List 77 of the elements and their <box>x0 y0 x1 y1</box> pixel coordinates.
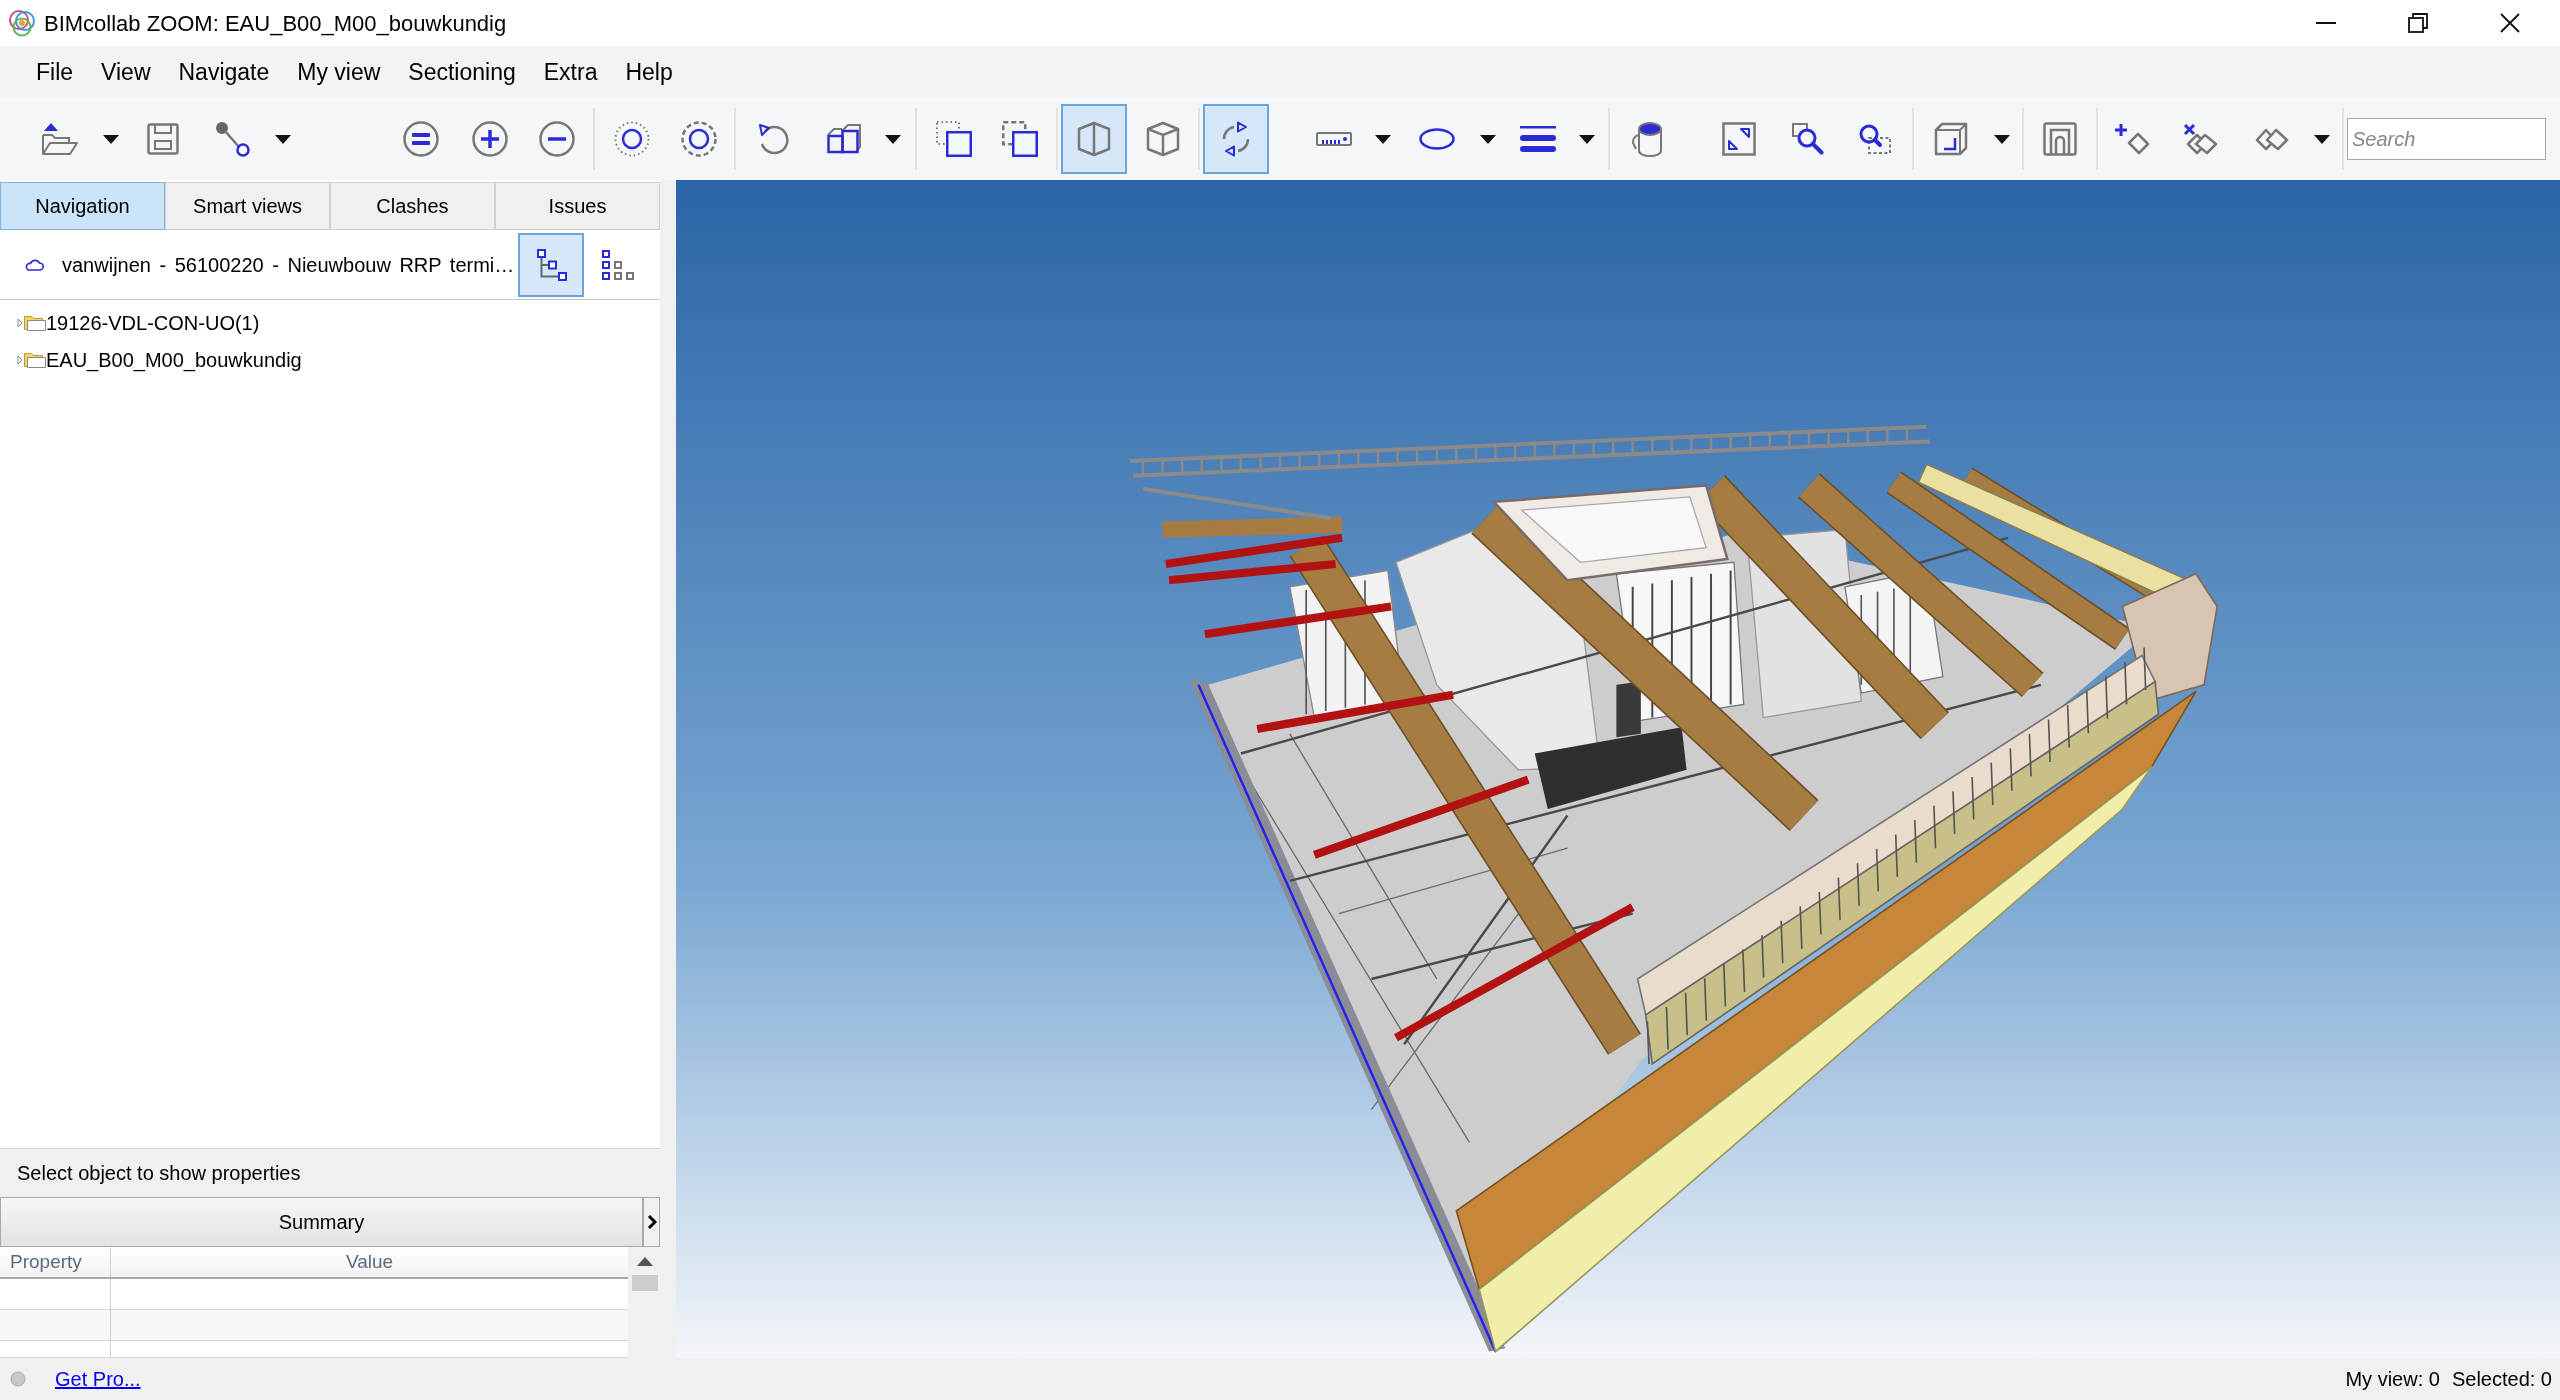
scrollbar-thumb[interactable] <box>632 1275 658 1291</box>
lines-icon <box>1520 126 1556 152</box>
tab[interactable]: Navigation <box>0 182 165 230</box>
folder-icon <box>24 314 46 331</box>
folder-icon <box>24 351 46 368</box>
grid-icon <box>602 249 636 280</box>
folder-icon <box>42 123 78 155</box>
tree-item[interactable]: 19126-VDL-CON-UO(1) <box>46 307 260 338</box>
get-pro-link[interactable]: Get Pro... <box>55 1364 141 1394</box>
dotted-circle-icon <box>614 121 650 157</box>
menu-item[interactable]: My view <box>297 54 381 90</box>
menu-item[interactable]: View <box>101 54 151 90</box>
caret-icon[interactable] <box>103 134 119 144</box>
app-logo-icon <box>8 9 36 37</box>
dotted-square-icon <box>936 121 972 157</box>
tree-icon <box>535 248 567 281</box>
expand-arrow-icon[interactable] <box>17 354 23 365</box>
expand-icon <box>1722 122 1756 156</box>
tag-remove-icon <box>2183 123 2219 155</box>
status-dot-icon <box>10 1371 26 1387</box>
cloud-icon <box>24 258 44 271</box>
cube-corner-icon <box>1934 122 1968 156</box>
menu-item[interactable]: Navigate <box>178 54 270 90</box>
column-header[interactable]: Value <box>111 1247 628 1277</box>
half-cube-icon <box>1077 121 1111 157</box>
menu-item[interactable]: Sectioning <box>408 54 516 90</box>
next-button[interactable] <box>643 1197 660 1247</box>
search-field[interactable]: Search <box>2347 118 2546 160</box>
ellipse-icon <box>1419 128 1455 150</box>
3d-viewport[interactable] <box>676 180 2560 1358</box>
selected-count: Selected: 0 <box>2451 1367 2552 1392</box>
scroll-up-icon[interactable] <box>637 1257 653 1266</box>
my-view-count: My view: 0 <box>2345 1367 2440 1392</box>
toolbar-button[interactable] <box>1061 104 1127 174</box>
magnifier-box-icon <box>1859 124 1891 154</box>
dashed-circle-icon <box>681 121 717 157</box>
caret-icon[interactable] <box>885 134 901 144</box>
column-header[interactable]: Property <box>0 1247 111 1277</box>
cube-icon <box>1146 121 1180 157</box>
tree-item[interactable]: EAU_B00_M00_bouwkundig <box>46 344 302 375</box>
toolbar-button[interactable] <box>1203 104 1269 174</box>
minimize-icon <box>2316 22 2336 24</box>
arch-frame-icon <box>2043 122 2077 156</box>
save-icon <box>147 123 179 155</box>
caret-icon[interactable] <box>1994 134 2010 144</box>
tab[interactable]: Clashes <box>330 182 495 230</box>
node-link-icon <box>215 121 251 157</box>
summary-tab[interactable]: Summary <box>0 1197 643 1247</box>
tab[interactable]: Issues <box>495 182 660 230</box>
caret-icon[interactable] <box>275 134 291 144</box>
menu-item[interactable]: Extra <box>543 54 598 90</box>
circular-arrow-icon <box>757 121 791 157</box>
magnifier-icon <box>1792 123 1824 155</box>
tab[interactable]: Smart views <box>165 182 330 230</box>
window-title: BIMcollab ZOOM: EAU_B00_M00_bouwkundig <box>44 9 507 38</box>
paint-bucket-icon <box>1630 121 1662 157</box>
plus-circle-icon <box>472 121 508 157</box>
expand-arrow-icon[interactable] <box>17 317 23 328</box>
minus-circle-icon <box>539 121 575 157</box>
menu-item[interactable]: File <box>36 54 74 90</box>
caret-icon[interactable] <box>2314 134 2330 144</box>
caret-icon[interactable] <box>1375 134 1391 144</box>
boxes-icon <box>826 124 862 154</box>
menu-item[interactable]: Help <box>625 54 673 90</box>
close-icon <box>2500 13 2520 33</box>
project-name: vanwijnen - 56100220 - Nieuwbouw RRP termi… <box>62 252 515 278</box>
properties-hint: Select object to show properties <box>17 1161 301 1186</box>
chevron-right-icon <box>646 1214 657 1230</box>
restore-icon <box>2408 13 2428 33</box>
caret-icon[interactable] <box>1480 134 1496 144</box>
tag-plus-icon <box>2114 123 2150 155</box>
caret-icon[interactable] <box>1579 134 1595 144</box>
tags-icon <box>2255 127 2289 151</box>
dashed-square-icon <box>1002 121 1038 157</box>
equals-circle-icon <box>403 121 439 157</box>
ruler-icon <box>1316 132 1352 146</box>
tree-view-button[interactable] <box>518 232 584 297</box>
